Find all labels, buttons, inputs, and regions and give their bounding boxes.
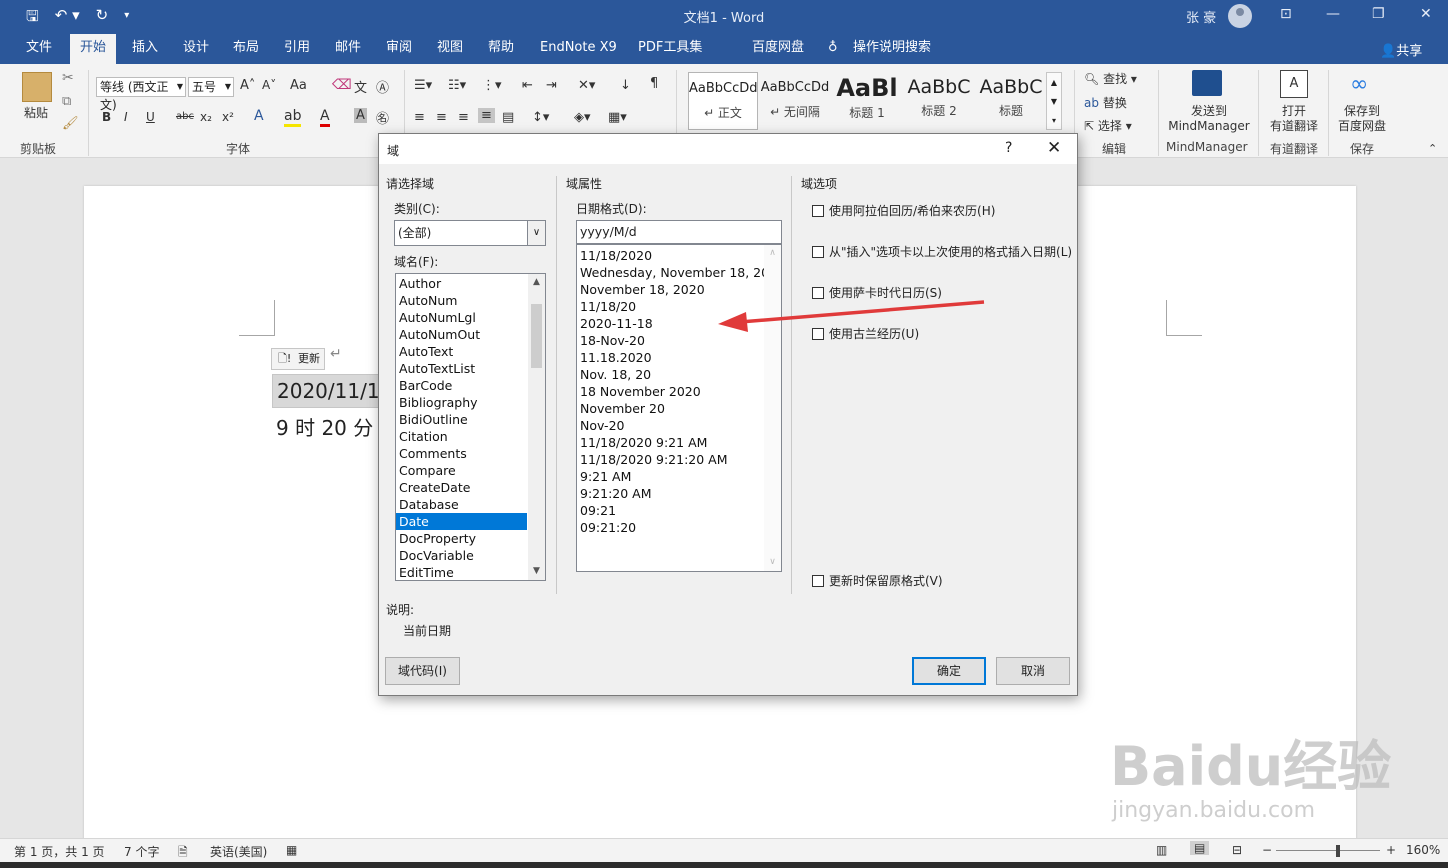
arrow-head <box>718 312 748 332</box>
arrow-shaft <box>739 300 985 324</box>
annotation-arrow <box>718 300 985 332</box>
